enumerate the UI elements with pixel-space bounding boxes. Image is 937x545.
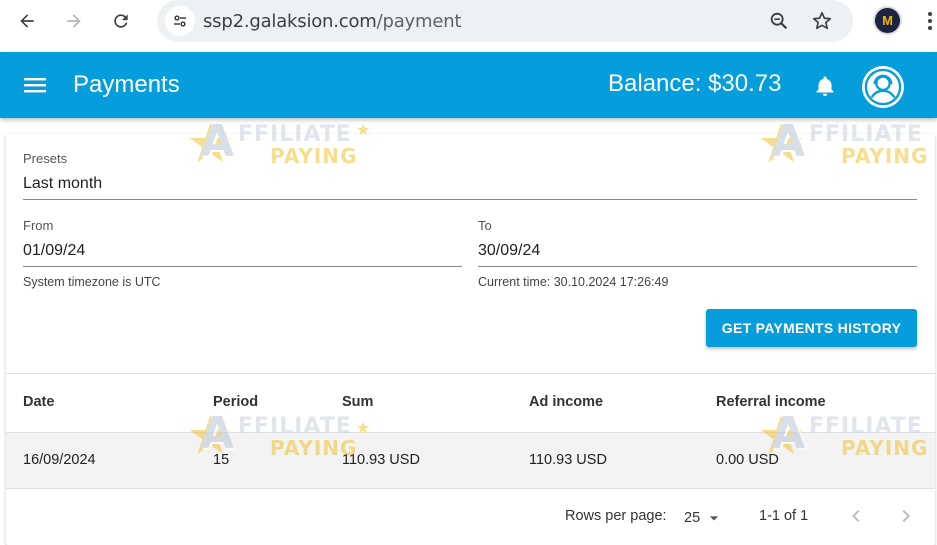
dropdown-arrow-icon: [709, 516, 719, 521]
to-date-input[interactable]: 30/09/24: [478, 242, 540, 260]
user-avatar[interactable]: [862, 66, 904, 108]
timezone-hint: System timezone is UTC: [23, 275, 161, 289]
cell-date: 16/09/2024: [23, 452, 96, 468]
presets-select[interactable]: Last month: [23, 175, 102, 193]
browser-menu-icon[interactable]: [924, 9, 936, 33]
bookmark-star-icon[interactable]: [810, 9, 834, 33]
cell-referral-income: 0.00 USD: [716, 452, 779, 468]
browser-toolbar: ssp2.galaksion.com/payment M: [0, 0, 937, 52]
reload-icon[interactable]: [106, 6, 136, 36]
cell-period: 15: [213, 452, 230, 468]
get-payments-history-button[interactable]: GET PAYMENTS HISTORY: [706, 309, 917, 347]
cell-sum: 110.93 USD: [342, 452, 420, 468]
cell-ad-income: 110.93 USD: [529, 452, 607, 468]
pagination-range: 1-1 of 1: [759, 508, 809, 524]
column-header-sum[interactable]: Sum: [342, 394, 373, 410]
section-divider: [6, 373, 935, 374]
back-icon[interactable]: [12, 6, 42, 36]
previous-page-icon[interactable]: [844, 504, 868, 528]
url-text[interactable]: ssp2.galaksion.com/payment: [203, 11, 461, 32]
column-header-period[interactable]: Period: [213, 394, 258, 410]
extension-label: M: [882, 13, 893, 28]
address-bar[interactable]: ssp2.galaksion.com/payment: [157, 0, 853, 42]
page-title: Payments: [73, 71, 180, 98]
site-info-icon[interactable]: [165, 6, 195, 36]
url-path: /payment: [376, 11, 462, 32]
from-date-input[interactable]: 01/09/24: [23, 242, 85, 260]
notifications-bell-icon[interactable]: [813, 74, 837, 98]
payments-card: Presets Last month From 01/09/24 System …: [6, 134, 935, 545]
rows-per-page-label: Rows per page:: [565, 508, 667, 524]
extension-icon[interactable]: M: [873, 6, 902, 35]
presets-label: Presets: [23, 151, 68, 166]
to-underline: [478, 266, 917, 267]
next-page-icon[interactable]: [894, 504, 918, 528]
column-header-ad-income[interactable]: Ad income: [529, 394, 603, 410]
zoom-icon[interactable]: [767, 9, 791, 33]
from-label: From: [23, 218, 54, 233]
rows-per-page-value: 25: [684, 510, 701, 526]
current-time-hint: Current time: 30.10.2024 17:26:49: [478, 275, 669, 289]
user-support-icon: [864, 68, 902, 106]
to-label: To: [478, 218, 492, 233]
table-row[interactable]: [6, 433, 935, 488]
rows-per-page-select[interactable]: 25: [684, 508, 724, 528]
app-bar: Payments Balance: $30.73: [0, 52, 937, 118]
from-underline: [23, 266, 462, 267]
column-header-date[interactable]: Date: [23, 394, 54, 410]
column-header-referral-income[interactable]: Referral income: [716, 394, 826, 410]
balance-display: Balance: $30.73: [608, 70, 782, 97]
forward-icon[interactable]: [59, 6, 89, 36]
presets-underline: [23, 199, 917, 200]
url-host: ssp2.galaksion.com: [203, 11, 377, 32]
menu-icon[interactable]: [23, 73, 47, 97]
row-divider: [6, 488, 935, 489]
